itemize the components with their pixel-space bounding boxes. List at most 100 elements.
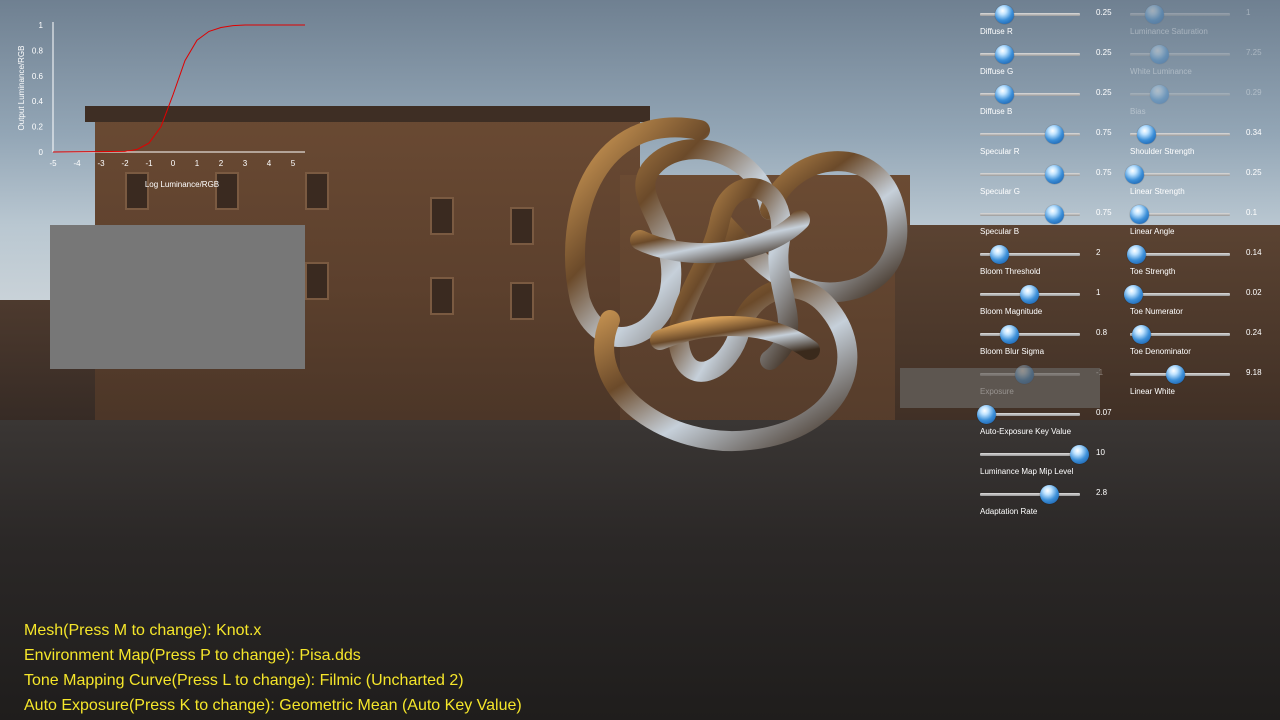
slider-track[interactable]: [980, 213, 1080, 216]
slider-linear-strength[interactable]: 0.25 Linear Strength: [1125, 162, 1280, 202]
slider-thumb[interactable]: [977, 405, 996, 424]
slider-thumb[interactable]: [1045, 205, 1064, 224]
slider-thumb[interactable]: [995, 45, 1014, 64]
slider-thumb[interactable]: [1070, 445, 1089, 464]
slider-label: Specular B: [980, 227, 1020, 236]
slider-label: Specular R: [980, 147, 1020, 156]
window: [510, 207, 534, 245]
slider-value: 0.1: [1246, 208, 1258, 217]
chart-plot-area: 0 0.2 0.4 0.6 0.8 1 -5 -4 -3 -2 -1 0 1 2 3 4 5: [32, 21, 305, 168]
slider-adaptation-rate[interactable]: 2.8 Adaptation Rate: [980, 482, 1150, 522]
slider-luminance-map-mip-level[interactable]: 10 Luminance Map Mip Level: [980, 442, 1150, 482]
window: [510, 282, 534, 320]
slider-value: 7.25: [1246, 48, 1262, 57]
chart-y-tick-label: 0: [39, 148, 44, 157]
chart-x-tick-label: -3: [97, 159, 105, 168]
slider-luminance-saturation[interactable]: 1 Luminance Saturation: [1130, 2, 1280, 42]
slider-label: Bloom Blur Sigma: [980, 347, 1045, 356]
slider-value: 0.14: [1246, 248, 1262, 257]
slider-toe-numerator[interactable]: 0.02 Toe Numerator: [1124, 282, 1280, 322]
chart-y-tick-label: 0.2: [32, 123, 44, 132]
slider-track[interactable]: [980, 133, 1080, 136]
slider-thumb[interactable]: [1127, 245, 1146, 264]
slider-label: White Luminance: [1130, 67, 1192, 76]
slider-track[interactable]: [980, 333, 1080, 336]
slider-value: 0.02: [1246, 288, 1262, 297]
slider-thumb[interactable]: [1137, 125, 1156, 144]
slider-bias[interactable]: 0.29 Bias: [1130, 82, 1280, 122]
slider-track[interactable]: [1130, 93, 1230, 96]
slider-thumb[interactable]: [1124, 285, 1143, 304]
slider-diffuse-r[interactable]: 0.25 Diffuse R: [980, 2, 1150, 42]
slider-thumb[interactable]: [1125, 165, 1144, 184]
slider-label: Toe Strength: [1130, 267, 1176, 276]
slider-value: 0.25: [1096, 8, 1112, 17]
slider-label: Toe Numerator: [1130, 307, 1183, 316]
slider-diffuse-b[interactable]: 0.25 Diffuse B: [980, 82, 1150, 122]
slider-thumb[interactable]: [1145, 5, 1164, 24]
slider-track[interactable]: [1130, 53, 1230, 56]
slider-thumb[interactable]: [1130, 205, 1149, 224]
tone-curve-chart: 0 0.2 0.4 0.6 0.8 1 -5 -4 -3 -2 -1 0 1 2 3 4 5 Log Lumin…: [17, 21, 305, 189]
slider-linear-angle[interactable]: 0.1 Linear Angle: [1130, 202, 1280, 242]
slider-bloom-blur-sigma[interactable]: 0.8 Bloom Blur Sigma: [980, 322, 1150, 362]
slider-thumb[interactable]: [995, 85, 1014, 104]
slider-white-luminance[interactable]: 7.25 White Luminance: [1130, 42, 1280, 82]
slider-value: 0.25: [1246, 168, 1262, 177]
chart-y-tick-label: 0.6: [32, 72, 44, 81]
window: [430, 197, 454, 235]
slider-value: 0.34: [1246, 128, 1262, 137]
slider-thumb[interactable]: [1150, 45, 1169, 64]
slider-specular-b[interactable]: 0.75 Specular B: [980, 202, 1150, 242]
slider-thumb[interactable]: [1045, 125, 1064, 144]
chart-y-tick-label: 0.4: [32, 97, 44, 106]
luminance-preview-box: [50, 225, 305, 369]
slider-thumb[interactable]: [1000, 325, 1019, 344]
slider-thumb[interactable]: [1150, 85, 1169, 104]
slider-value: 2.8: [1096, 488, 1108, 497]
auto-exposure-info: Auto Exposure(Press K to change): Geomet…: [24, 697, 522, 714]
slider-linear-white[interactable]: 9.18 Linear White: [1130, 362, 1280, 402]
slider-track[interactable]: [980, 173, 1080, 176]
chart-x-tick-label: -1: [145, 159, 153, 168]
slider-shoulder-strength[interactable]: 0.34 Shoulder Strength: [1130, 122, 1280, 162]
slider-thumb[interactable]: [1045, 165, 1064, 184]
slider-bloom-magnitude[interactable]: 1 Bloom Magnitude: [980, 282, 1150, 322]
slider-thumb[interactable]: [1132, 325, 1151, 344]
chart-x-tick-label: -2: [121, 159, 129, 168]
tone-mapping-info: Tone Mapping Curve(Press L to change): F…: [24, 672, 464, 689]
slider-value: 9.18: [1246, 368, 1262, 377]
slider-auto-exposure-key-value[interactable]: 0.07 Auto-Exposure Key Value: [977, 402, 1150, 442]
chart-x-tick-label: 2: [219, 159, 224, 168]
slider-track[interactable]: [1130, 173, 1230, 176]
slider-thumb[interactable]: [995, 5, 1014, 24]
slider-thumb[interactable]: [1020, 285, 1039, 304]
slider-value: 0.24: [1246, 328, 1262, 337]
slider-toe-denominator[interactable]: 0.24 Toe Denominator: [1130, 322, 1280, 362]
slider-thumb[interactable]: [1015, 365, 1034, 384]
mesh-info: Mesh(Press M to change): Knot.x: [24, 622, 262, 639]
slider-specular-g[interactable]: 0.75 Specular G: [980, 162, 1150, 202]
slider-label: Bloom Magnitude: [980, 307, 1043, 316]
slider-label: Linear Angle: [1130, 227, 1175, 236]
slider-specular-r[interactable]: 0.75 Specular R: [980, 122, 1150, 162]
slider-track[interactable]: [980, 493, 1080, 496]
slider-value: 0.25: [1096, 88, 1112, 97]
slider-label: Diffuse G: [980, 67, 1014, 76]
slider-value: 0.75: [1096, 168, 1112, 177]
slider-toe-strength[interactable]: 0.14 Toe Strength: [1127, 242, 1280, 282]
slider-label: Shoulder Strength: [1130, 147, 1195, 156]
slider-label: Bloom Threshold: [980, 267, 1041, 276]
chart-y-axis-label: Output Luminance/RGB: [17, 46, 26, 131]
tone-curve-line: [52, 24, 305, 153]
slider-value: 1: [1246, 8, 1251, 17]
slider-exposure[interactable]: -1 Exposure: [980, 362, 1150, 402]
slider-thumb[interactable]: [1166, 365, 1185, 384]
slider-diffuse-g[interactable]: 0.25 Diffuse G: [980, 42, 1150, 82]
slider-thumb[interactable]: [1040, 485, 1059, 504]
chart-x-tick-label: 3: [243, 159, 248, 168]
slider-bloom-threshold[interactable]: 2 Bloom Threshold: [980, 242, 1150, 282]
slider-track[interactable]: [980, 453, 1080, 456]
slider-track[interactable]: [1130, 293, 1230, 296]
slider-thumb[interactable]: [990, 245, 1009, 264]
